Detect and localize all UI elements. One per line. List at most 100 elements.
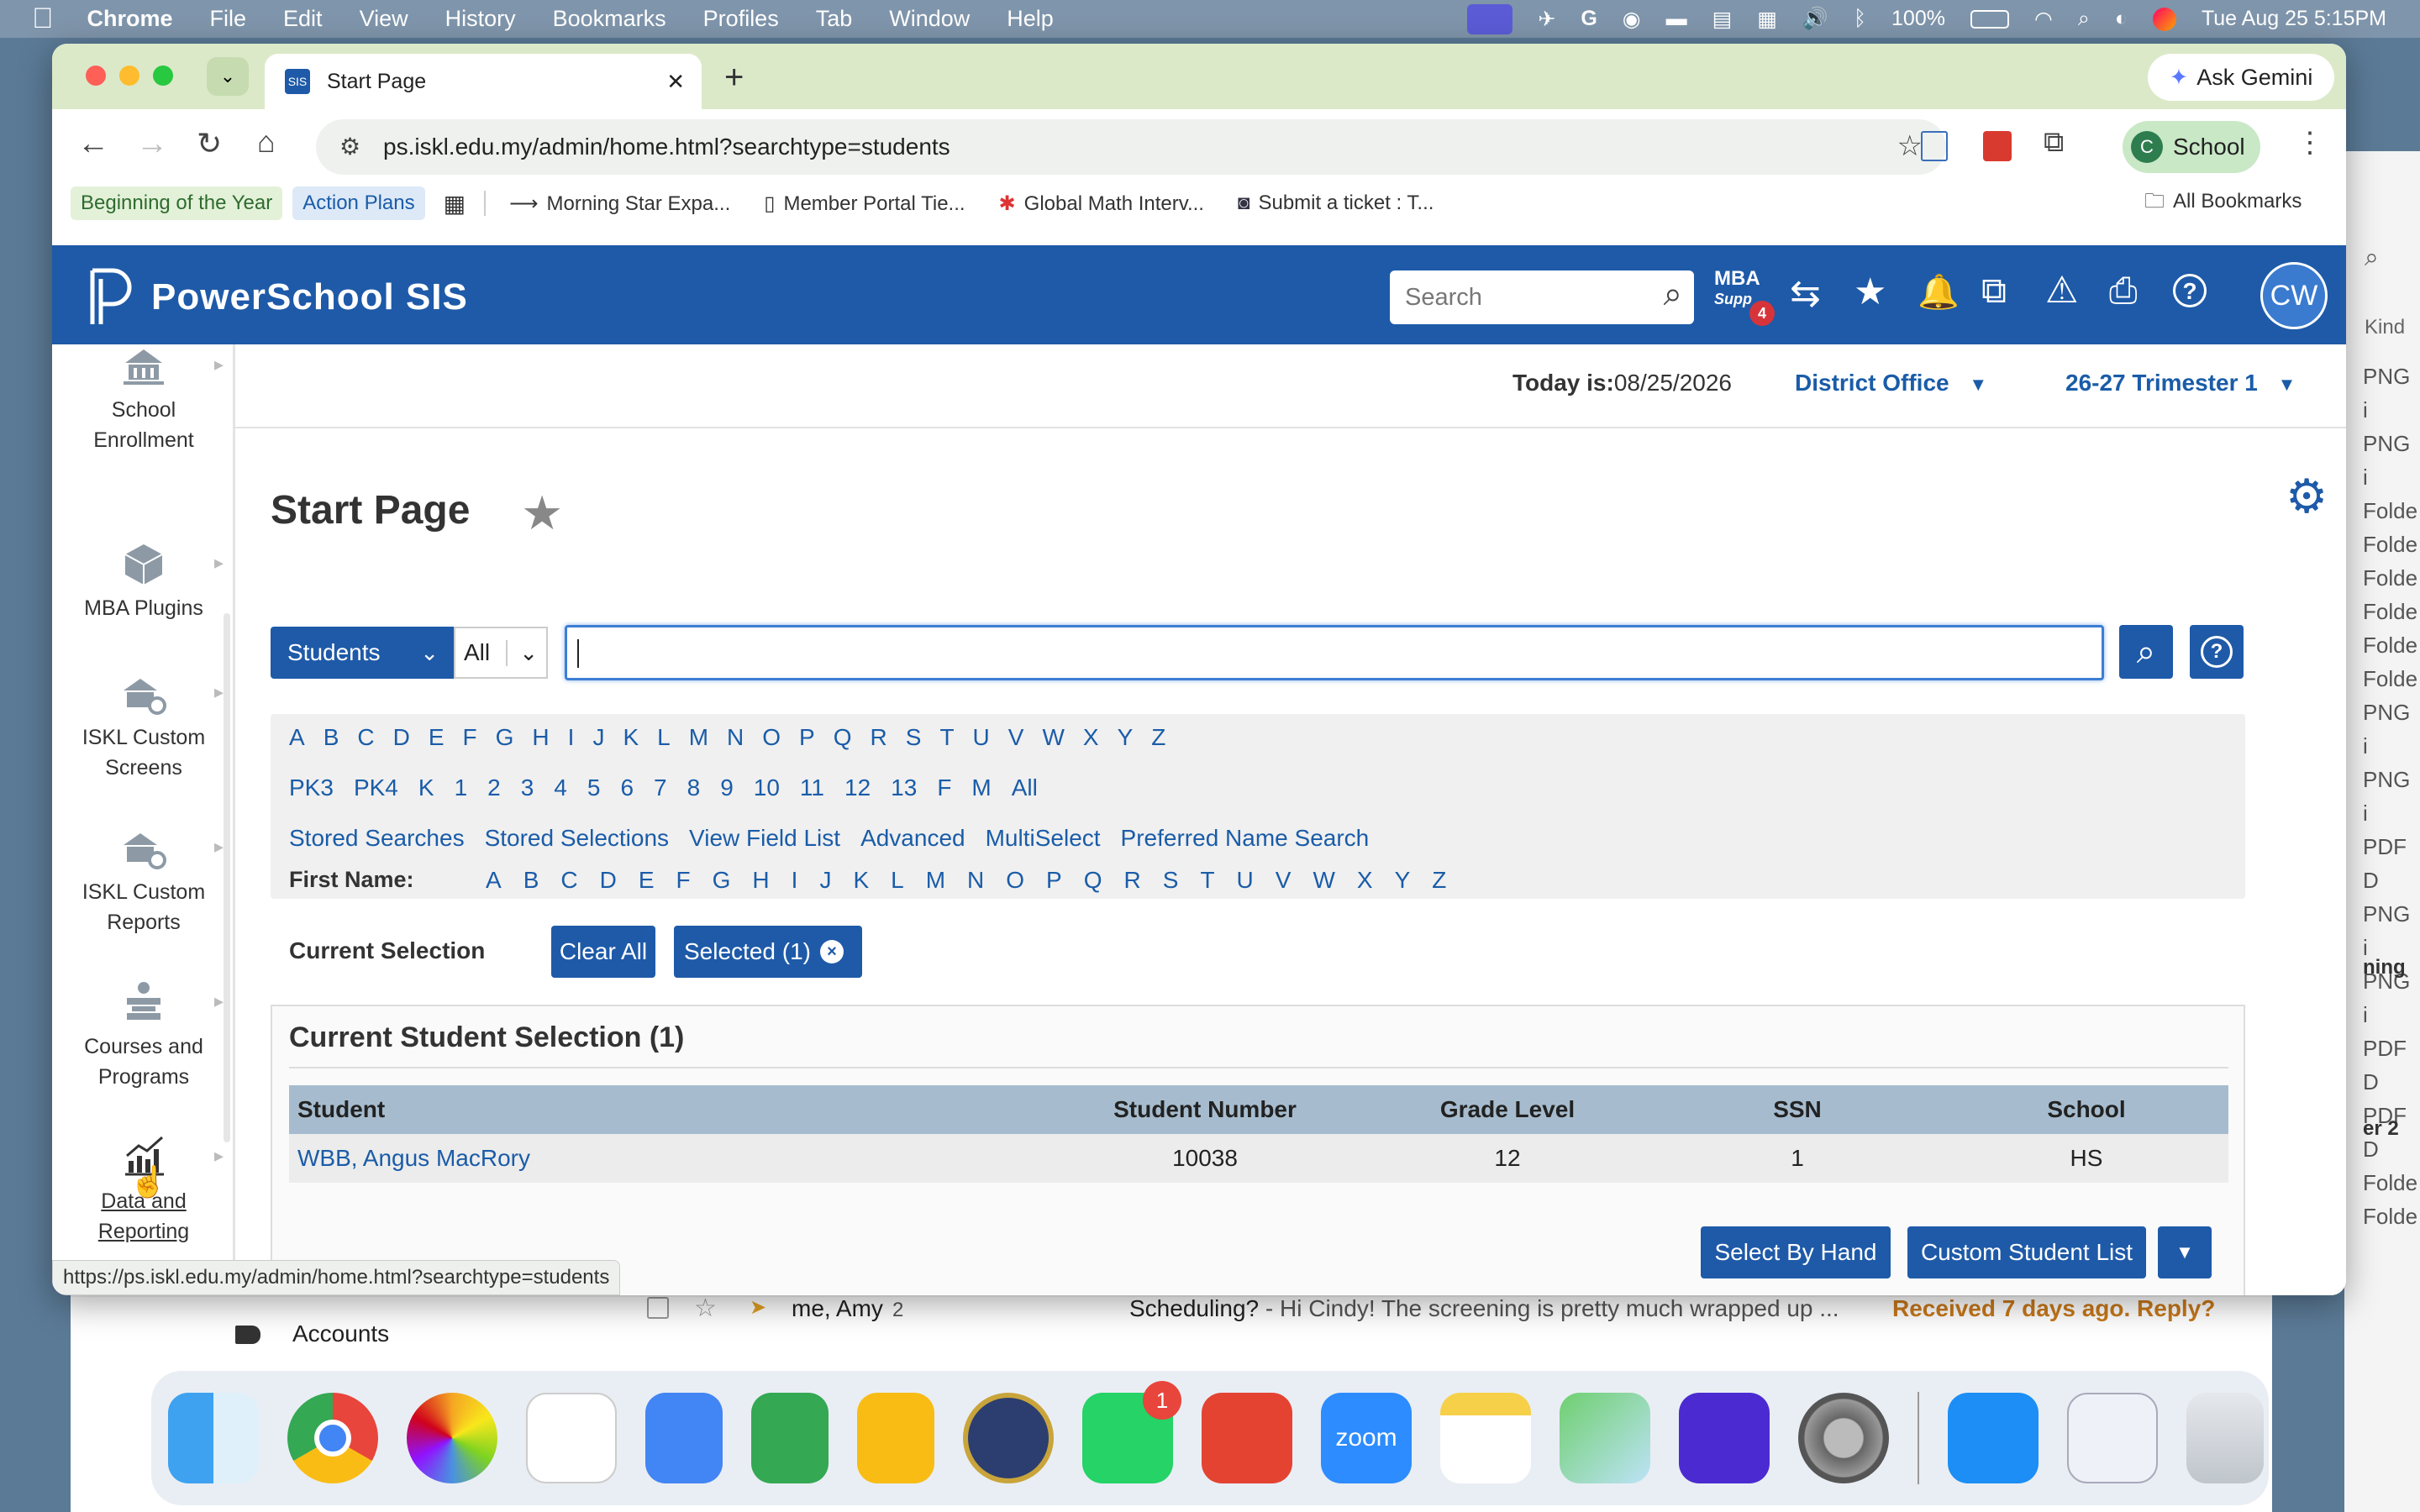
last-name-letter-link-23[interactable]: X (1083, 724, 1099, 751)
custom-student-list-button[interactable]: Custom Student List (1907, 1226, 2146, 1278)
col-header-grade-level[interactable]: Grade Level (1365, 1085, 1650, 1134)
grade-link-17[interactable]: M (971, 774, 991, 801)
menu-bookmarks[interactable]: Bookmarks (553, 6, 666, 32)
menu-file[interactable]: File (210, 6, 247, 32)
expand-chevron-icon[interactable]: ▸ (214, 986, 224, 1016)
first-name-letter-link-1[interactable]: B (523, 867, 539, 894)
nav-iskl-custom-screens[interactable]: ISKL Custom Screens ▸ (52, 667, 233, 783)
settings-gear-icon[interactable]: ⚙ (2286, 469, 2328, 524)
menubar-datetime[interactable]: Tue Aug 25 5:15PM (2202, 7, 2386, 31)
google-slides-icon[interactable] (857, 1393, 934, 1483)
grammarly-app-icon[interactable] (1679, 1393, 1770, 1483)
print-icon[interactable]: ⎙ (2109, 270, 2138, 312)
bookmark-star-icon[interactable]: ☆ (1897, 129, 1923, 163)
trash-icon[interactable] (2186, 1393, 2264, 1483)
forward-button[interactable]: → (136, 126, 168, 162)
grade-link-15[interactable]: 13 (891, 774, 917, 801)
importance-icon[interactable]: ➤ (750, 1295, 766, 1320)
last-name-letter-link-15[interactable]: P (799, 724, 815, 751)
search-submit-button[interactable]: ⌕ (2119, 625, 2173, 679)
last-name-letter-link-1[interactable]: B (324, 724, 339, 751)
first-name-letter-link-25[interactable]: Z (1432, 867, 1446, 894)
first-name-letter-link-20[interactable]: U (1237, 867, 1254, 894)
mail-status[interactable]: Received 7 days ago. Reply? (1892, 1295, 2215, 1322)
last-name-letter-link-9[interactable]: J (592, 724, 604, 751)
menu-edit[interactable]: Edit (283, 6, 323, 32)
last-name-letter-link-8[interactable]: I (568, 724, 575, 751)
screen-share-icon[interactable] (1467, 3, 1513, 34)
search-option-link-0[interactable]: Stored Searches (289, 825, 465, 852)
first-name-letter-link-21[interactable]: V (1276, 867, 1292, 894)
first-name-letter-link-13[interactable]: N (967, 867, 984, 894)
first-name-letter-link-15[interactable]: P (1046, 867, 1062, 894)
last-name-letter-link-3[interactable]: D (393, 724, 410, 751)
url-text[interactable]: ps.iskl.edu.my/admin/home.html?searchtyp… (383, 134, 950, 160)
search-help-button[interactable]: ? (2190, 625, 2244, 679)
apple-icon[interactable]:  (32, 3, 54, 35)
last-name-letter-link-17[interactable]: R (871, 724, 887, 751)
col-header-school[interactable]: School (1944, 1085, 2228, 1134)
chrome-menu-icon[interactable]: ⋮ (2296, 126, 2324, 160)
first-name-letter-link-17[interactable]: R (1124, 867, 1141, 894)
last-name-letter-link-0[interactable]: A (289, 724, 305, 751)
first-name-letter-link-0[interactable]: A (486, 867, 502, 894)
first-name-letter-link-11[interactable]: L (891, 867, 904, 894)
chrome-icon[interactable] (287, 1393, 378, 1483)
airplane-icon[interactable]: ✈ (1538, 7, 1555, 32)
grade-link-14[interactable]: 12 (844, 774, 871, 801)
bookmark-action-plans[interactable]: Action Plans (292, 186, 425, 220)
finder-kind-header[interactable]: Kind (2365, 316, 2405, 339)
last-name-letter-link-7[interactable]: H (532, 724, 549, 751)
grade-link-5[interactable]: 3 (521, 774, 534, 801)
grade-link-0[interactable]: PK3 (289, 774, 334, 801)
user-avatar[interactable]: CW (2260, 262, 2328, 329)
notifications-bell-icon[interactable]: 🔔 (1918, 272, 1960, 312)
finder-search-icon[interactable]: ⌕ (2365, 244, 2379, 272)
powerschool-logo[interactable]: PowerSchool SIS (87, 267, 468, 328)
grade-link-1[interactable]: PK4 (354, 774, 398, 801)
remove-selection-icon[interactable]: × (820, 940, 844, 963)
extensions-puzzle-icon[interactable]: ⧉ (2044, 126, 2064, 159)
nav-courses-and-programs[interactable]: Courses and Programs ▸ (52, 976, 233, 1092)
school-crest-icon[interactable] (963, 1393, 1054, 1483)
first-name-letter-link-6[interactable]: G (713, 867, 731, 894)
grade-link-3[interactable]: 1 (455, 774, 468, 801)
student-search-input[interactable] (565, 625, 2104, 680)
switch-arrows-icon[interactable]: ⇆ (1790, 272, 1821, 315)
col-header-student-number[interactable]: Student Number (1045, 1085, 1365, 1134)
favorites-star-icon[interactable]: ★ (1854, 270, 1886, 313)
zoom-icon[interactable]: zoom (1321, 1393, 1412, 1483)
search-option-link-3[interactable]: Advanced (860, 825, 965, 852)
finder-icon[interactable] (168, 1393, 259, 1483)
grade-link-16[interactable]: F (937, 774, 951, 801)
battery-percent[interactable]: 100% (1891, 7, 1945, 31)
nav-mba-plugins[interactable]: MBA Plugins ▸ (52, 538, 233, 623)
site-info-icon[interactable]: ⚙ (339, 133, 360, 160)
tab-search-button[interactable]: ⌄ (207, 57, 249, 96)
bookmark-morning-star[interactable]: ⟶ Morning Star Expa... (509, 192, 730, 216)
add-favorite-star-icon[interactable]: ★ (521, 486, 563, 541)
search-scope-select[interactable]: All ⌄ (454, 627, 548, 679)
volume-icon[interactable]: 🔊 (1802, 7, 1828, 31)
zoom-menu-icon[interactable]: ◉ (1623, 7, 1641, 32)
google-sheets-icon[interactable] (751, 1393, 829, 1483)
photos-icon[interactable] (407, 1393, 497, 1483)
notes-app-icon[interactable] (1440, 1393, 1531, 1483)
accounts-label[interactable]: Accounts (292, 1320, 389, 1347)
menu-profiles[interactable]: Profiles (703, 6, 779, 32)
first-name-letter-link-4[interactable]: E (639, 867, 655, 894)
alert-triangle-icon[interactable]: ⚠ (2045, 269, 2078, 312)
last-name-letter-link-20[interactable]: U (973, 724, 990, 751)
wifi-icon[interactable]: ◠ (2034, 7, 2053, 32)
siri-icon[interactable] (2152, 7, 2176, 31)
grade-link-12[interactable]: 10 (754, 774, 780, 801)
pdf-document-icon[interactable] (2067, 1393, 2158, 1483)
keynote-chart-icon[interactable] (526, 1393, 617, 1483)
first-name-letter-link-16[interactable]: Q (1084, 867, 1102, 894)
last-name-letter-link-10[interactable]: K (623, 724, 639, 751)
grade-link-4[interactable]: 2 (487, 774, 501, 801)
bookmark-global-math[interactable]: ✱ Global Math Interv... (999, 192, 1204, 216)
expand-chevron-icon[interactable]: ▸ (214, 832, 224, 862)
extension-icon-2[interactable] (1983, 131, 2012, 161)
first-name-letter-link-14[interactable]: O (1006, 867, 1024, 894)
